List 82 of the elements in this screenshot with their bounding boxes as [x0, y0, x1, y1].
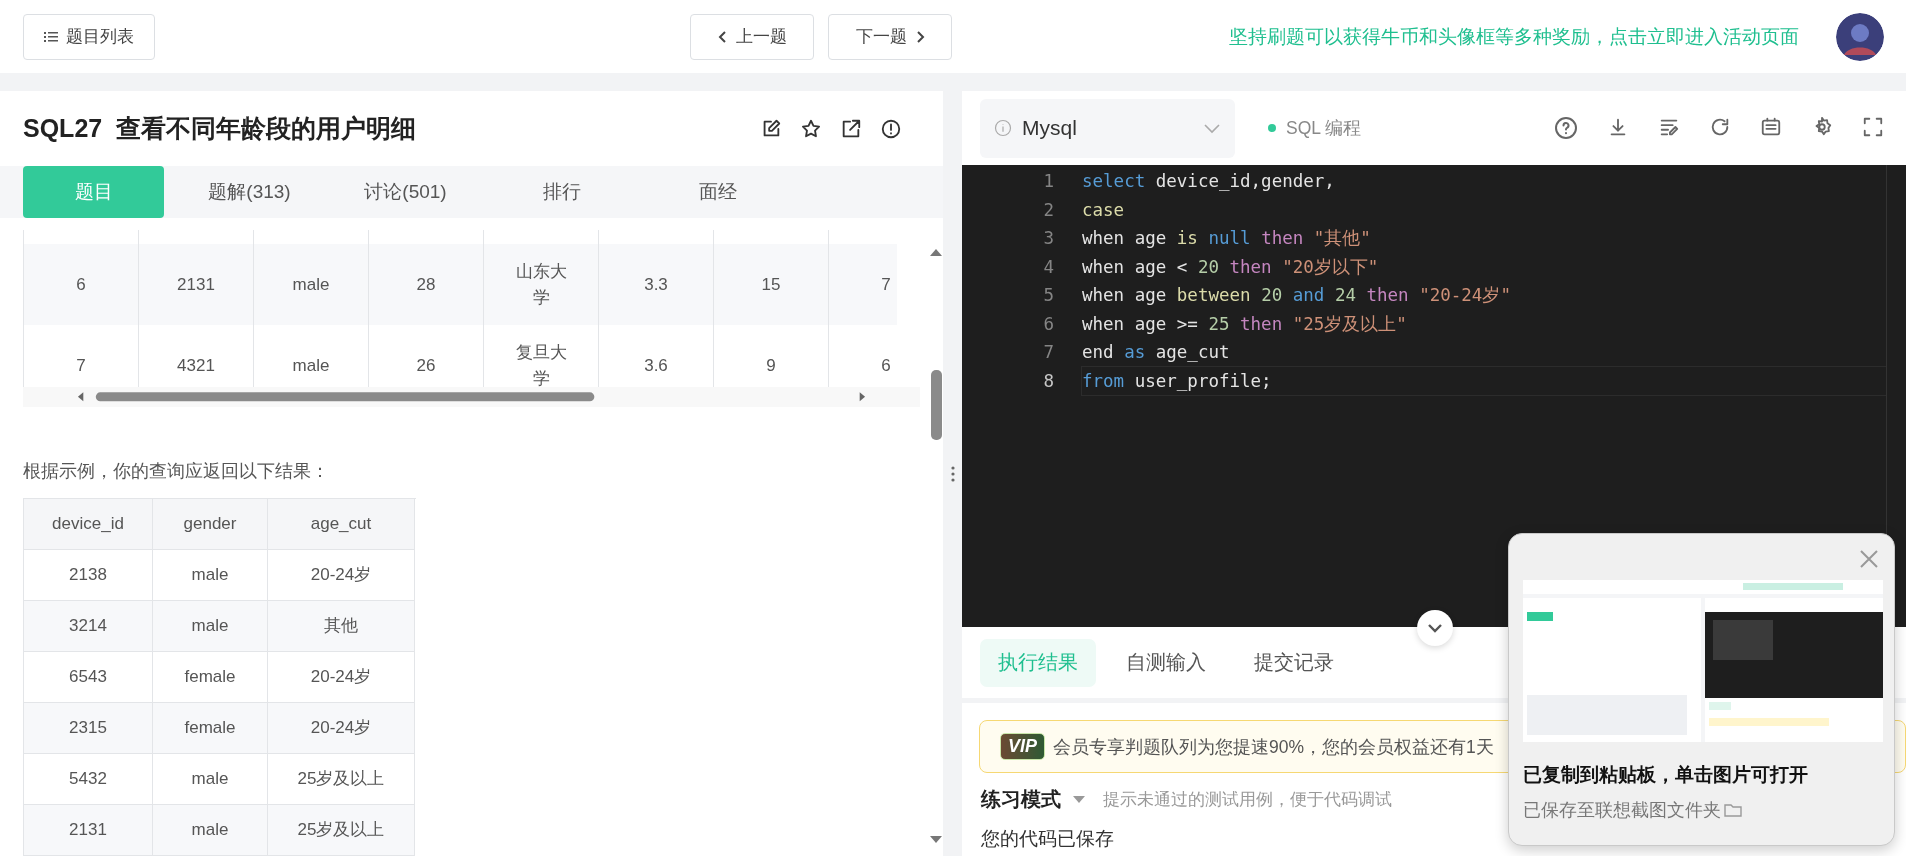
console-icon[interactable] [1760, 116, 1782, 138]
horizontal-scrollbar[interactable] [23, 387, 920, 407]
line-number: 4 [1042, 256, 1055, 277]
table-cell-text: 28 [416, 273, 436, 296]
table-cell: 其他 [268, 601, 415, 652]
line-number: 7 [1042, 342, 1055, 363]
table-cell-text: 6 [881, 354, 891, 377]
list-icon [44, 30, 58, 43]
table-cell: male [153, 805, 268, 856]
vip-message: 会员专享判题队列为您提速90%，您的会员权益还有1天 [1053, 735, 1494, 759]
code-line[interactable]: when age >= 25 then "25岁及以上" [1082, 309, 1886, 338]
table-cell-text: 26 [416, 354, 436, 377]
code-line[interactable]: when age between 20 and 24 then "20-24岁" [1082, 281, 1886, 310]
alert-icon[interactable] [880, 117, 902, 140]
result-tab[interactable]: 自测输入 [1108, 638, 1224, 687]
code-line[interactable]: when age is null then "其他" [1082, 224, 1886, 253]
drag-handle-icon[interactable] [950, 465, 955, 482]
toast-title: 已复制到粘贴板，单击图片可打开 [1523, 763, 1809, 787]
table-cell-text: 4321 [177, 354, 215, 377]
toast-subtitle: 已保存至联想截图文件夹 [1523, 799, 1721, 822]
share-icon[interactable] [840, 117, 862, 140]
line-number: 5 [1042, 285, 1055, 306]
code-line[interactable]: from user_profile; [1082, 366, 1886, 395]
table-cell: 20-24岁 [268, 703, 415, 754]
tab[interactable]: 讨论(501) [335, 166, 476, 219]
column-header: device_id [24, 499, 153, 550]
table-cell: 25岁及以上 [268, 805, 415, 856]
chevron-down-icon [1427, 623, 1443, 633]
line-number: 6 [1042, 313, 1055, 334]
caret-icon[interactable] [1073, 795, 1085, 804]
table-cell-text: 6 [76, 273, 86, 296]
code-line[interactable]: when age < 20 then "20岁以下" [1082, 252, 1886, 281]
table-cell-text: 山东大学 [514, 260, 568, 309]
column-header: age_cut [268, 499, 415, 550]
result-tab[interactable]: 提交记录 [1236, 638, 1352, 687]
save-status: 您的代码已保存 [981, 827, 1115, 851]
language-select[interactable]: Mysql [980, 98, 1235, 158]
table-cell: male [153, 601, 268, 652]
star-icon[interactable] [800, 117, 822, 140]
vip-badge: VIP [1000, 733, 1045, 760]
table-cell-text: 3.3 [644, 273, 668, 296]
line-number: 8 [1042, 370, 1055, 391]
line-number: 2 [1042, 199, 1055, 220]
table-cell: 3214 [24, 601, 153, 652]
result-intro: 根据示例，你的查询应返回以下结果： [23, 460, 330, 481]
table-cell-text: male [292, 273, 330, 296]
mode-hint: 提示未通过的测试用例，便于代码调试 [1103, 789, 1392, 811]
line-number: 3 [1042, 228, 1055, 249]
table-cell-text: 复旦大学 [514, 341, 568, 388]
chevron-left-icon [717, 29, 728, 44]
fullscreen-icon[interactable] [1862, 116, 1884, 138]
status-dot-icon [1268, 124, 1276, 132]
table-cell-text: 2131 [177, 273, 215, 296]
help-icon[interactable] [1554, 116, 1578, 140]
table-cell-text: 9 [766, 354, 776, 377]
table-cell-text: 3.6 [644, 354, 668, 377]
refresh-icon[interactable] [1709, 116, 1731, 138]
code-line[interactable]: case [1082, 195, 1886, 224]
tab[interactable]: 面经 [647, 166, 788, 219]
problem-list-button[interactable]: 题目列表 [23, 13, 155, 60]
chevron-down-icon [1203, 122, 1221, 134]
table-cell-text: 15 [761, 273, 781, 296]
info-icon [994, 119, 1012, 137]
code-line[interactable]: select device_id,gender, [1082, 167, 1886, 196]
mode-dropdown[interactable]: 练习模式 [981, 786, 1061, 813]
problem-title: SQL27 查看不同年龄段的用户明细 [23, 113, 417, 145]
table-cell: 2131 [24, 805, 153, 856]
previous-button[interactable]: 上一题 [690, 13, 814, 60]
avatar[interactable] [1836, 12, 1884, 61]
table-cell: female [153, 703, 268, 754]
mode-label: SQL 编程 [1286, 117, 1362, 140]
table-cell-text: male [292, 354, 330, 377]
table-cell-text: 7 [76, 354, 86, 377]
line-number: 1 [1042, 171, 1055, 192]
table-cell: 2315 [24, 703, 153, 754]
code-line[interactable]: end as age_cut [1082, 338, 1886, 367]
chevron-right-icon [914, 29, 925, 44]
column-header: gender [153, 499, 268, 550]
tab[interactable]: 排行 [491, 166, 632, 219]
next-button[interactable]: 下一题 [828, 13, 952, 60]
tab[interactable]: 题解(313) [179, 166, 320, 219]
table-cell-text: 7 [881, 273, 891, 296]
